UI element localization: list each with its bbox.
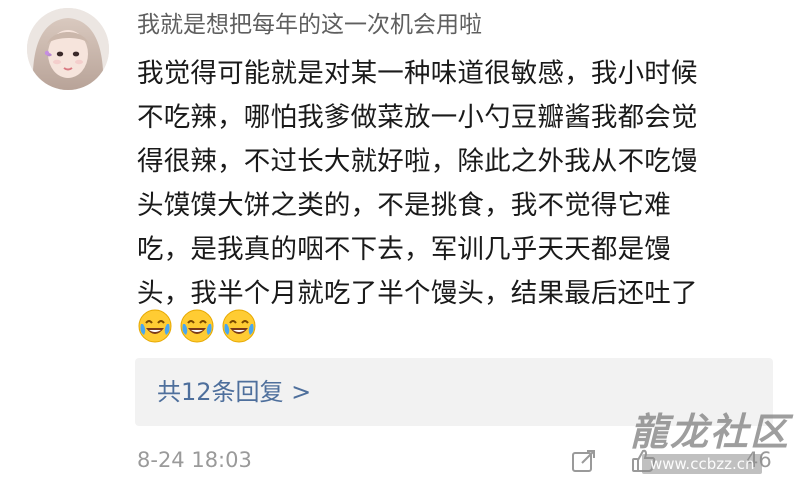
laugh-cry-emoji — [138, 309, 172, 343]
laugh-cry-emoji — [180, 309, 214, 343]
view-replies-link[interactable]: 共12条回复 > — [157, 375, 311, 409]
comment-timestamp: 8-24 18:03 — [137, 448, 252, 472]
replies-box[interactable]: 共12条回复 > — [135, 358, 773, 426]
user-avatar[interactable] — [27, 8, 109, 90]
like-count: 46 — [745, 448, 772, 472]
comment-line: 吃，是我真的咽不下去，军训几乎天天都是馒 — [137, 234, 671, 265]
comment-line: 我觉得可能就是对某一种味道很敏感，我小时候 — [137, 58, 698, 89]
avatar-image — [27, 8, 109, 90]
laugh-cry-emoji — [222, 309, 256, 343]
thumbs-up-icon[interactable] — [630, 447, 658, 475]
comment-line: 头馍馍大饼之类的，不是挑食，我不觉得它难 — [137, 190, 671, 221]
username[interactable]: 我就是想把每年的这一次机会用啦 — [137, 10, 482, 40]
emoji-row — [137, 304, 257, 348]
comment-body: 我觉得可能就是对某一种味道很敏感，我小时候 不吃辣，哪怕我爹做菜放一小勺豆瓣酱我… — [137, 52, 777, 316]
comment-line: 得很辣，不过长大就好啦，除此之外我从不吃馒 — [137, 146, 698, 177]
comment-line: 不吃辣，哪怕我爹做菜放一小勺豆瓣酱我都会觉 — [137, 102, 698, 133]
share-icon[interactable] — [570, 447, 598, 475]
